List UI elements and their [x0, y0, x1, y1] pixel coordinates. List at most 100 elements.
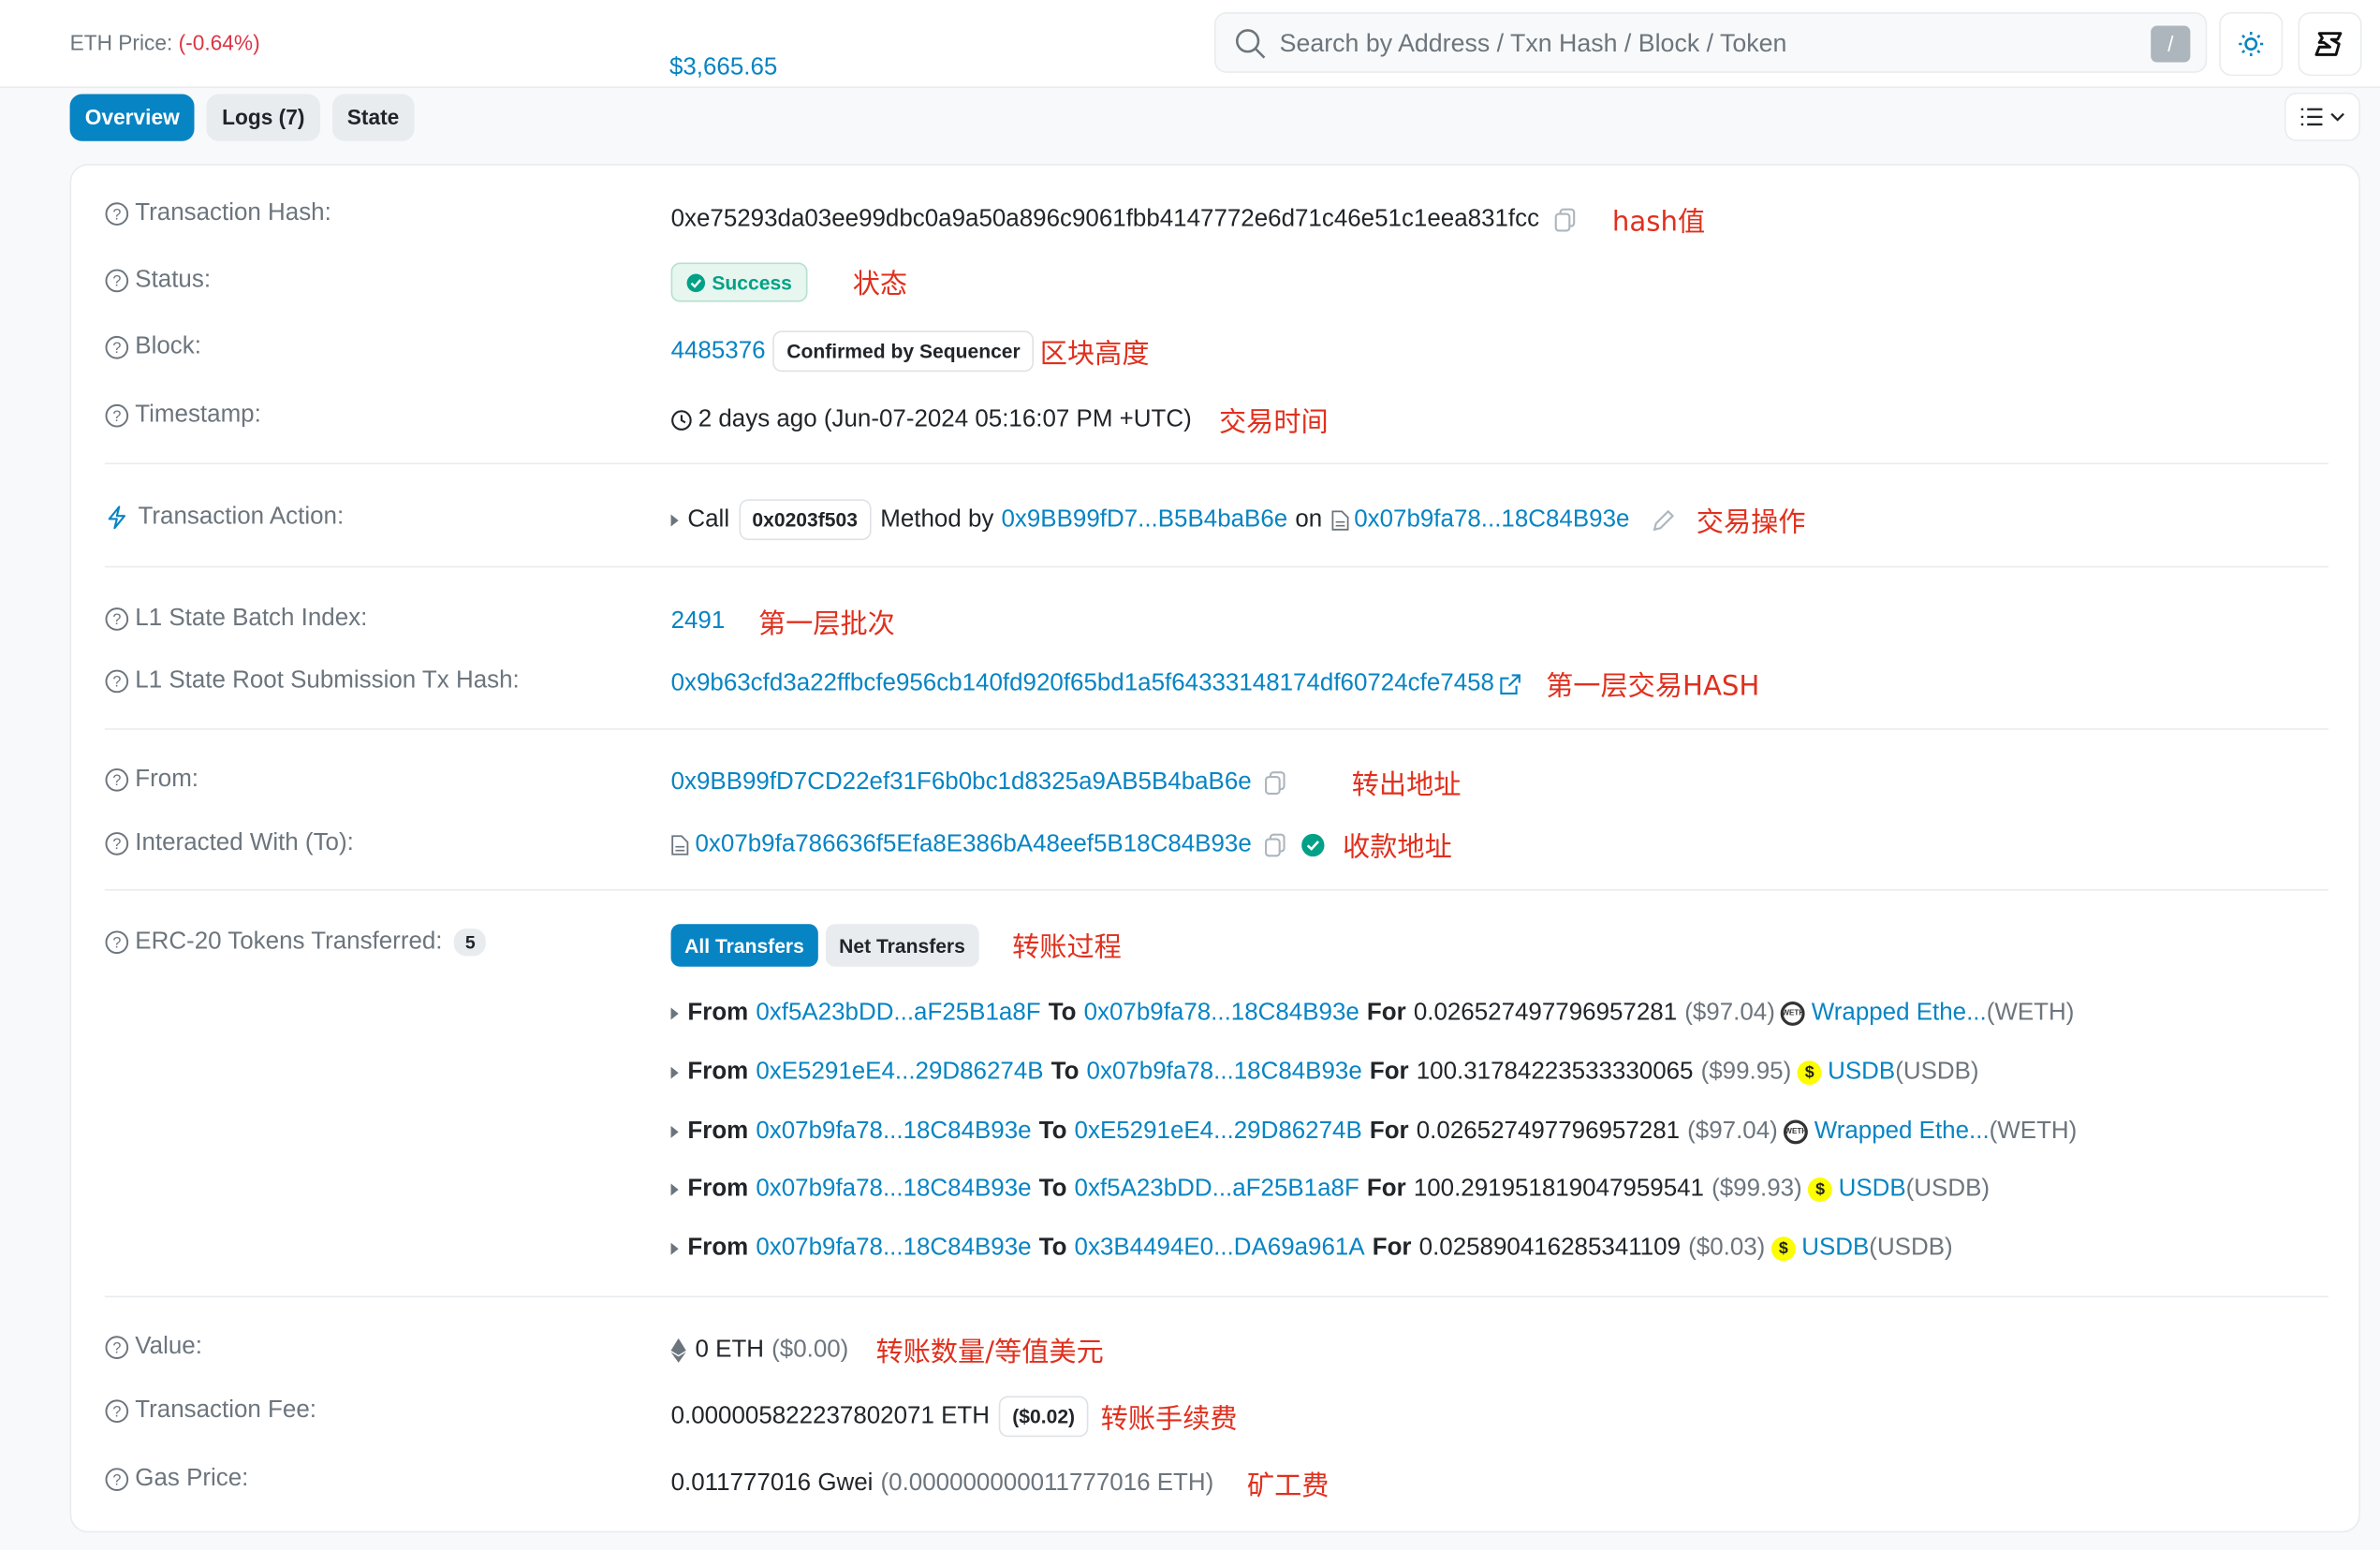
- lightning-icon: [108, 505, 125, 530]
- help-icon[interactable]: ?: [105, 607, 129, 631]
- caret-right-icon[interactable]: [670, 513, 679, 526]
- from-word: From: [687, 1059, 749, 1085]
- gas-label-row: ? Gas Price:: [105, 1466, 249, 1493]
- token-name-link[interactable]: USDB: [1828, 1059, 1895, 1086]
- transfer-from-link[interactable]: 0xf5A23bDD...aF25B1a8F: [756, 1000, 1040, 1027]
- to-label-row: ? Interacted With (To):: [105, 830, 354, 857]
- help-icon[interactable]: ?: [105, 1336, 129, 1360]
- tab-logs[interactable]: Logs (7): [206, 94, 320, 141]
- tx-hash-value: 0xe75293da03ee99dbc0a9a50a896c9061fbb414…: [670, 206, 1540, 233]
- from-label-row: ? From:: [105, 767, 198, 794]
- caret-right-icon[interactable]: [670, 1125, 679, 1138]
- token-name-link[interactable]: Wrapped Ethe...: [1812, 1000, 1987, 1027]
- transfer-from-link[interactable]: 0x07b9fa78...18C84B93e: [756, 1118, 1031, 1145]
- view-options-button[interactable]: [2284, 92, 2360, 141]
- to-note: 收款地址: [1343, 831, 1452, 864]
- method-id-badge: 0x0203f503: [738, 499, 872, 541]
- transfer-to-link[interactable]: 0xE5291eE4...29D86274B: [1075, 1118, 1362, 1145]
- for-word: For: [1369, 1118, 1409, 1144]
- weth-token-icon: WETH: [1784, 1119, 1809, 1144]
- value-label-row: ? Value:: [105, 1334, 202, 1361]
- transfer-from-link[interactable]: 0xE5291eE4...29D86274B: [756, 1059, 1043, 1086]
- token-symbol: (USDB): [1905, 1177, 1991, 1203]
- token-name-link[interactable]: USDB: [1801, 1236, 1869, 1263]
- top-bar: ETH Price: $3,665.65 (-0.64%) /: [0, 0, 2380, 89]
- tab-all-transfers[interactable]: All Transfers: [670, 924, 818, 967]
- search-box[interactable]: /: [1213, 11, 2208, 73]
- eth-price: ETH Price: $3,665.65 (-0.64%): [69, 30, 778, 80]
- action-value-row: Call 0x0203f503 Method by 0x9BB99fD7...B…: [670, 499, 1806, 541]
- from-word: From: [687, 1177, 749, 1203]
- status-badge: Success: [670, 262, 808, 302]
- transfer-to-link[interactable]: 0x3B4494E0...DA69a961A: [1075, 1236, 1365, 1263]
- eth-price-label: ETH Price:: [69, 30, 173, 55]
- token-symbol: (USDB): [1895, 1059, 1979, 1085]
- copy-icon[interactable]: [1264, 833, 1285, 857]
- svg-text:?: ?: [112, 273, 121, 290]
- transfer-from-link[interactable]: 0x07b9fa78...18C84B93e: [756, 1236, 1031, 1263]
- clock-icon: [671, 410, 692, 431]
- search-input[interactable]: [1279, 22, 2130, 66]
- help-icon[interactable]: ?: [105, 403, 129, 428]
- from-word: From: [687, 1000, 749, 1026]
- contract-address-link[interactable]: 0x07b9fa78...18C84B93e: [1354, 506, 1629, 534]
- fee-amount: 0.000005822237802071 ETH: [670, 1402, 990, 1429]
- method-by-address-link[interactable]: 0x9BB99fD7...B5B4baB6e: [1001, 506, 1287, 534]
- transfer-from-link[interactable]: 0x07b9fa78...18C84B93e: [756, 1177, 1031, 1204]
- transfer-to-link[interactable]: 0xf5A23bDD...aF25B1a8F: [1075, 1177, 1359, 1204]
- block-number-link[interactable]: 4485376: [671, 338, 766, 365]
- erc20-note: 转账过程: [1012, 931, 1122, 964]
- search-shortcut-badge: /: [2151, 25, 2191, 63]
- help-icon[interactable]: ?: [105, 768, 129, 792]
- to-address-link[interactable]: 0x07b9fa786636f5Efa8E386bA48eef5B18C84B9…: [696, 831, 1252, 858]
- help-icon[interactable]: ?: [105, 335, 129, 359]
- for-word: For: [1366, 1000, 1406, 1026]
- help-icon[interactable]: ?: [105, 1468, 129, 1492]
- tab-state[interactable]: State: [331, 94, 415, 141]
- pencil-icon[interactable]: [1651, 507, 1675, 532]
- to-word: To: [1050, 1059, 1080, 1085]
- external-link-icon[interactable]: [1500, 674, 1521, 695]
- from-value-row: 0x9BB99fD7CD22ef31F6b0bc1d8325a9AB5B4baB…: [671, 763, 1462, 802]
- l1-root-link[interactable]: 0x9b63cfd3a22ffbcfe956cb140fd920f65bd1a5…: [671, 671, 1494, 698]
- for-word: For: [1369, 1059, 1409, 1085]
- check-circle-icon: [686, 272, 706, 292]
- help-icon[interactable]: ?: [105, 202, 129, 227]
- usdb-token-icon: $: [1808, 1177, 1833, 1203]
- gas-note: 矿工费: [1246, 1470, 1330, 1502]
- help-icon[interactable]: ?: [105, 1399, 129, 1424]
- from-address-link[interactable]: 0x9BB99fD7CD22ef31F6b0bc1d8325a9AB5B4baB…: [671, 769, 1252, 797]
- l1-root-label: L1 State Root Submission Tx Hash:: [135, 667, 520, 694]
- transfer-amount: 100.291951819047959541: [1413, 1177, 1704, 1203]
- help-icon[interactable]: ?: [105, 669, 129, 694]
- help-icon[interactable]: ?: [105, 930, 129, 955]
- to-word: To: [1048, 1000, 1077, 1026]
- tab-overview[interactable]: Overview: [69, 94, 195, 141]
- tx-hash-label: Transaction Hash:: [135, 199, 331, 227]
- transfer-to-link[interactable]: 0x07b9fa78...18C84B93e: [1084, 1000, 1359, 1027]
- copy-icon[interactable]: [1554, 208, 1576, 232]
- to-label: Interacted With (To):: [135, 829, 354, 856]
- action-note: 交易操作: [1696, 505, 1806, 538]
- svg-text:?: ?: [112, 611, 121, 628]
- help-icon[interactable]: ?: [105, 831, 129, 855]
- tx-hash-value-row: 0xe75293da03ee99dbc0a9a50a896c9061fbb414…: [671, 200, 1706, 240]
- status-note: 状态: [852, 268, 908, 300]
- tab-net-transfers[interactable]: Net Transfers: [825, 924, 979, 967]
- caret-right-icon[interactable]: [670, 1184, 679, 1197]
- transfer-to-link[interactable]: 0x07b9fa78...18C84B93e: [1087, 1059, 1362, 1086]
- help-icon[interactable]: ?: [105, 269, 129, 293]
- network-menu-button[interactable]: [2298, 11, 2362, 77]
- block-note: 区块高度: [1039, 337, 1150, 370]
- caret-right-icon[interactable]: [670, 1243, 679, 1256]
- copy-icon[interactable]: [1264, 771, 1285, 796]
- svg-text:?: ?: [112, 674, 121, 691]
- svg-text:?: ?: [112, 206, 121, 223]
- eth-price-value[interactable]: $3,665.65: [669, 54, 777, 81]
- caret-right-icon[interactable]: [670, 1007, 679, 1020]
- token-name-link[interactable]: Wrapped Ethe...: [1814, 1118, 1990, 1145]
- l1-batch-link[interactable]: 2491: [671, 608, 726, 636]
- caret-right-icon[interactable]: [670, 1066, 679, 1079]
- theme-toggle-button[interactable]: [2219, 11, 2284, 77]
- token-name-link[interactable]: USDB: [1839, 1177, 1906, 1204]
